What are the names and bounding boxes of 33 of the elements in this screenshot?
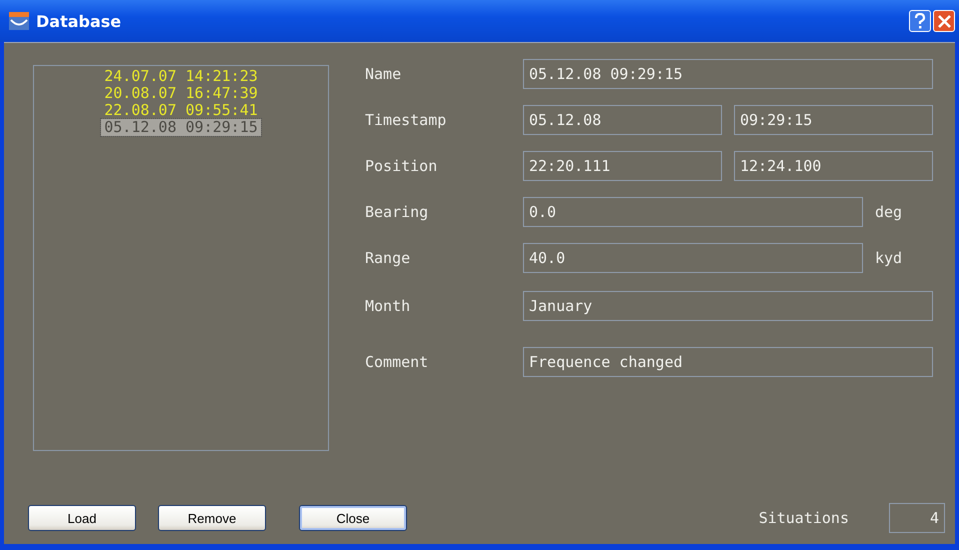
close-icon bbox=[938, 14, 950, 28]
situations-label: Situations bbox=[758, 509, 849, 527]
window-title: Database bbox=[36, 12, 122, 30]
dialog-button[interactable]: Load bbox=[28, 505, 136, 531]
field-label: Timestamp bbox=[365, 111, 448, 129]
unit-label: deg bbox=[875, 203, 902, 221]
input-field[interactable]: 09:29:15 bbox=[734, 105, 933, 135]
field-label: Bearing bbox=[365, 203, 430, 221]
input-field[interactable]: January bbox=[523, 291, 933, 321]
help-icon bbox=[914, 13, 926, 29]
list-item[interactable]: 20.08.07 16:47:39 bbox=[101, 85, 261, 102]
app-icon bbox=[8, 11, 30, 31]
situations-count-field[interactable]: 4 bbox=[889, 503, 945, 533]
input-field[interactable]: 05.12.08 09:29:15 bbox=[523, 59, 933, 89]
field-label: Position bbox=[365, 157, 438, 175]
input-field[interactable]: 12:24.100 bbox=[734, 151, 933, 181]
dialog-button[interactable]: Close bbox=[299, 505, 407, 531]
field-label: Range bbox=[365, 249, 412, 267]
field-label: Name bbox=[365, 65, 402, 83]
input-field[interactable]: 22:20.111 bbox=[523, 151, 722, 181]
input-field[interactable]: 0.0 bbox=[523, 197, 863, 227]
close-button[interactable] bbox=[933, 10, 955, 32]
input-field[interactable]: 40.0 bbox=[523, 243, 863, 273]
list-item[interactable]: 05.12.08 09:29:15 bbox=[101, 119, 261, 136]
unit-label: kyd bbox=[875, 249, 902, 267]
list-item[interactable]: 24.07.07 14:21:23 bbox=[101, 68, 261, 85]
field-label: Comment bbox=[365, 353, 430, 371]
field-label: Month bbox=[365, 297, 412, 315]
list-item[interactable]: 22.08.07 09:55:41 bbox=[101, 102, 261, 119]
input-field[interactable]: 05.12.08 bbox=[523, 105, 722, 135]
input-field[interactable]: Frequence changed bbox=[523, 347, 933, 377]
help-button[interactable] bbox=[909, 10, 931, 32]
dialog-button[interactable]: Remove bbox=[158, 505, 266, 531]
